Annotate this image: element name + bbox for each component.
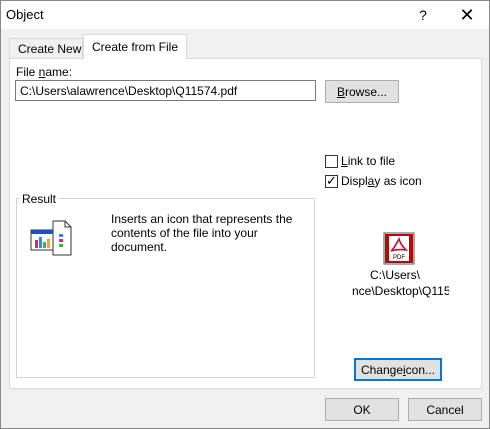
tab-create-from-file[interactable]: Create from File (83, 34, 187, 59)
result-description: Inserts an icon that represents the cont… (111, 212, 293, 254)
close-button[interactable]: ✕ (447, 1, 487, 29)
icon-caption-line-1: C:\Users\ (369, 268, 420, 282)
help-icon: ? (419, 7, 427, 23)
checkmark-icon: ✓ (326, 172, 337, 188)
embed-as-icon-result-icon (30, 220, 72, 256)
link-to-file-box[interactable] (325, 154, 338, 168)
help-button[interactable]: ? (403, 1, 443, 29)
result-legend: Result (20, 192, 59, 206)
pdf-icon-label: PDF (393, 255, 405, 261)
title-bar: Object ? ✕ (1, 1, 489, 29)
file-name-label: File name: (16, 65, 73, 79)
tab-create-new-label: Create New (18, 42, 82, 56)
tab-create-from-file-label: Create from File (92, 40, 179, 54)
browse-button[interactable]: Browse... (325, 80, 399, 103)
cancel-button[interactable]: Cancel (408, 398, 482, 421)
display-as-icon-checkbox[interactable]: ✓ Display as icon (325, 172, 422, 188)
close-icon: ✕ (459, 4, 475, 25)
file-name-input[interactable] (15, 80, 316, 101)
link-to-file-label: Link to file (341, 154, 396, 168)
display-as-icon-box[interactable]: ✓ (325, 172, 338, 188)
object-dialog: Object ? ✕ Create New Create from File F… (0, 0, 490, 429)
icon-caption-line-2: nce\Desktop\Q115 (352, 284, 449, 298)
ok-button[interactable]: OK (325, 398, 399, 421)
tab-create-new[interactable]: Create New (9, 38, 83, 58)
link-to-file-checkbox[interactable]: Link to file (325, 154, 395, 168)
change-icon-button[interactable]: Change i con... (354, 358, 442, 381)
pdf-file-icon: PDF (383, 232, 415, 265)
display-as-icon-label: Display as icon (341, 174, 422, 188)
dialog-title: Object (6, 7, 44, 22)
